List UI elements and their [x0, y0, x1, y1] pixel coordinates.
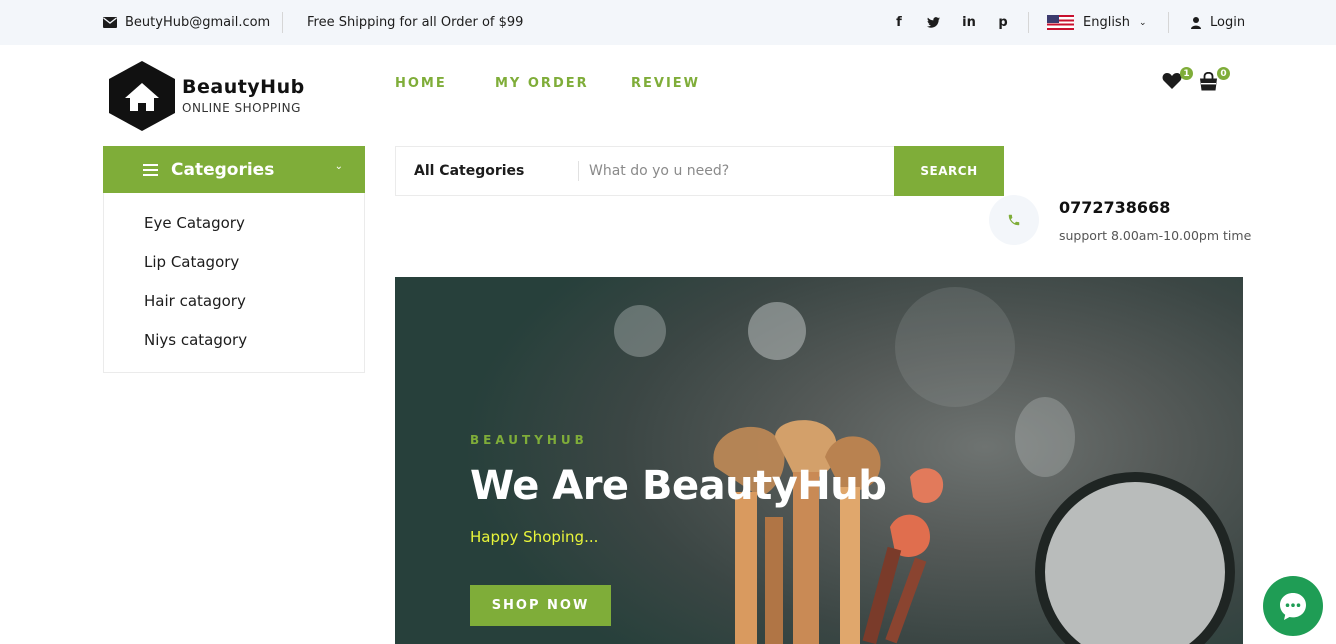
pinterest-icon[interactable]: p	[993, 0, 1013, 45]
divider	[1168, 12, 1169, 33]
hero-compact-mirror	[1035, 472, 1235, 644]
search-bar: All Categories SEARCH	[395, 146, 1004, 196]
top-bar: BeutyHub@gmail.com Free Shipping for all…	[0, 0, 1336, 45]
us-flag-icon	[1047, 15, 1074, 30]
linkedin-icon[interactable]: in	[959, 0, 979, 45]
category-item[interactable]: Niys catagory	[144, 331, 247, 349]
user-icon	[1191, 16, 1201, 29]
hero-bokeh	[748, 302, 806, 360]
login-label: Login	[1210, 15, 1246, 30]
login-link[interactable]: Login	[1191, 0, 1245, 45]
divider	[578, 161, 579, 181]
categories-list: Eye Catagory Lip Catagory Hair catagory …	[103, 193, 365, 373]
cart-button[interactable]: 0	[1199, 67, 1230, 95]
chevron-down-icon: ⌄	[334, 161, 343, 172]
phone-number: 0772738668	[1059, 198, 1171, 217]
envelope-icon	[103, 17, 117, 28]
chevron-down-icon: ⌄	[1138, 17, 1147, 28]
hero-bokeh	[1015, 397, 1075, 477]
divider	[1028, 12, 1029, 33]
categories-toggle[interactable]: Categories ⌄	[103, 146, 365, 193]
chat-icon	[1280, 593, 1306, 620]
home-icon	[109, 61, 175, 131]
heart-icon	[1162, 73, 1182, 89]
email-contact[interactable]: BeutyHub@gmail.com	[103, 0, 270, 45]
hero-bokeh	[614, 305, 666, 357]
menu-bars-icon	[143, 163, 158, 176]
hero-headline: We Are BeautyHub	[470, 463, 887, 509]
wishlist-button[interactable]: 1	[1162, 67, 1193, 94]
categories-title: Categories	[171, 159, 275, 180]
language-selector[interactable]: English ⌄	[1047, 0, 1147, 45]
brand-name: BeautyHub	[182, 76, 305, 98]
shop-now-button[interactable]: SHOP NOW	[470, 585, 611, 626]
shipping-notice: Free Shipping for all Order of $99	[307, 15, 524, 30]
email-text: BeutyHub@gmail.com	[125, 15, 271, 30]
brand-tagline: ONLINE SHOPPING	[182, 101, 301, 115]
cart-count-badge: 0	[1217, 67, 1230, 80]
language-label: English	[1083, 15, 1130, 30]
nav-my-order[interactable]: MY ORDER	[495, 76, 589, 91]
phone-icon-wrapper	[989, 195, 1039, 245]
brand-logo[interactable]: BeautyHub ONLINE SHOPPING	[108, 60, 308, 132]
category-item[interactable]: Hair catagory	[144, 292, 246, 310]
search-category-select[interactable]: All Categories	[414, 147, 524, 195]
nav-review[interactable]: REVIEW	[631, 76, 700, 91]
wishlist-count-badge: 1	[1180, 67, 1193, 80]
hero-subtitle: Happy Shoping...	[470, 528, 599, 546]
divider	[282, 12, 283, 33]
chat-button[interactable]	[1263, 576, 1323, 636]
hero-bokeh	[895, 287, 1015, 407]
support-hours: support 8.00am-10.00pm time	[1059, 228, 1252, 243]
nav-home[interactable]: HOME	[395, 76, 447, 91]
phone-icon	[1008, 214, 1020, 226]
hero-eyebrow: BEAUTYHUB	[470, 433, 588, 447]
search-button[interactable]: SEARCH	[894, 146, 1004, 196]
shopping-bag-icon	[1200, 71, 1217, 91]
hero-makeup-brushes	[713, 420, 944, 644]
hero-banner: BEAUTYHUB We Are BeautyHub Happy Shoping…	[395, 277, 1243, 644]
facebook-icon[interactable]: f	[889, 0, 909, 45]
twitter-icon[interactable]	[923, 0, 943, 45]
search-input[interactable]	[589, 157, 889, 185]
category-item[interactable]: Lip Catagory	[144, 253, 239, 271]
category-item[interactable]: Eye Catagory	[144, 214, 245, 232]
